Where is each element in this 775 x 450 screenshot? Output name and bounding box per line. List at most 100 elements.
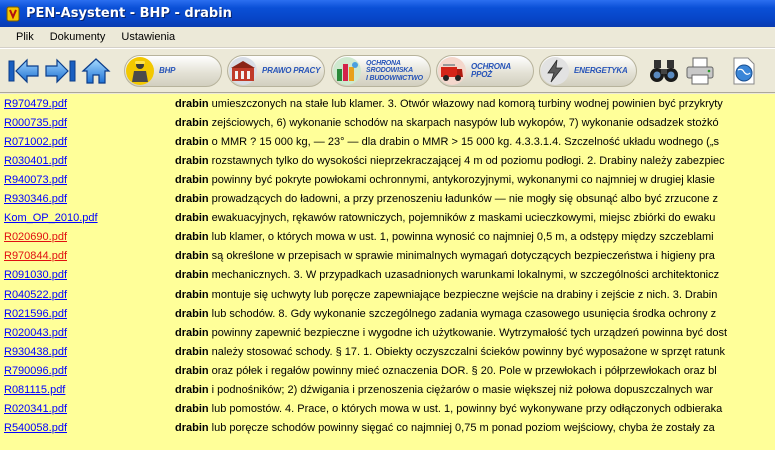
bhp-worker-icon [126, 57, 154, 85]
category-bhp-button[interactable]: BHP [124, 55, 222, 87]
back-button[interactable] [8, 55, 40, 87]
forward-button[interactable] [44, 55, 76, 87]
result-text: zejściowych, 6) wykonanie schodów na ska… [208, 116, 719, 129]
result-snippet: drabin są określone w przepisach w spraw… [175, 250, 715, 262]
result-file-link[interactable]: R081115.pdf [4, 384, 65, 396]
category-bhp-label: BHP [159, 66, 176, 75]
result-file-link[interactable]: R930438.pdf [4, 346, 67, 358]
result-keyword: drabin [175, 135, 209, 148]
prawo-pracy-building-icon [229, 57, 257, 85]
result-keyword: drabin [175, 97, 209, 110]
result-text: rozstawnych tylko do wysokości nieprzekr… [208, 154, 725, 167]
binoculars-icon [650, 60, 678, 82]
result-file-link[interactable]: R930346.pdf [4, 193, 67, 205]
result-keyword: drabin [175, 422, 209, 435]
result-text: lub poręcze schodów powinny sięgać co na… [208, 422, 715, 435]
table-row: R020690.pdf drabin lub klamer, o których … [0, 228, 775, 247]
result-keyword: drabin [175, 307, 209, 320]
category-ochrona-srodowiska-button[interactable]: OCHRONA ŚRODOWISKA I BUDOWNICTWO [331, 55, 431, 87]
table-row: R081115.pdf drabin i podnośników; 2) dźwi… [0, 381, 775, 400]
result-keyword: drabin [175, 116, 209, 129]
result-text: lub klamer, o których mowa w ust. 1, pow… [208, 231, 714, 244]
result-file-link[interactable]: R790096.pdf [4, 365, 67, 377]
table-row: Kom_OP_2010.pdf drabin ewakuacyjnych, ręk… [0, 209, 775, 228]
result-file-link[interactable]: R040522.pdf [4, 289, 67, 301]
web-button[interactable] [728, 55, 760, 87]
result-text: powinny być pokryte powłokami ochronnymi… [208, 173, 715, 186]
result-file-link[interactable]: R091030.pdf [4, 269, 67, 281]
result-snippet: drabin ewakuacyjnych, rękawów ratowniczy… [175, 212, 715, 224]
result-keyword: drabin [175, 212, 209, 225]
result-file-link[interactable]: R021596.pdf [4, 308, 67, 320]
result-file-link[interactable]: R940073.pdf [4, 174, 67, 186]
table-row: R930438.pdf drabin należy stosować schody… [0, 342, 775, 361]
result-keyword: drabin [175, 364, 209, 377]
table-row: R930346.pdf drabin prowadzących do ładown… [0, 190, 775, 209]
result-snippet: drabin lub klamer, o których mowa w ust.… [175, 231, 714, 243]
result-file-link[interactable]: R540058.pdf [4, 422, 67, 434]
table-row: R790096.pdf drabin oraz półek i regałów p… [0, 361, 775, 380]
result-text: lub pomostów. 4. Prace, o których mowa w… [208, 403, 723, 416]
category-prawo-pracy-button[interactable]: PRAWO PRACY [227, 55, 325, 87]
result-snippet: drabin powinny zapewnić bezpieczne i wyg… [175, 327, 727, 339]
result-snippet: drabin umieszczonych na stałe lub klamer… [175, 98, 723, 110]
result-keyword: drabin [175, 384, 209, 396]
result-keyword: drabin [175, 250, 209, 263]
result-file-link[interactable]: R970844.pdf [4, 250, 67, 262]
category-prawo-pracy-label: PRAWO PRACY [262, 66, 321, 75]
table-row: R091030.pdf drabin mechanicznych. 3. W pr… [0, 266, 775, 285]
forward-arrow-icon [45, 58, 76, 84]
result-snippet: drabin zejściowych, 6) wykonanie schodów… [175, 117, 719, 129]
result-text: należy stosować schody. § 17. 1. Obiekty… [208, 345, 726, 358]
table-row: R040522.pdf drabin montuje się uchwyty lu… [0, 285, 775, 304]
table-row: R020341.pdf drabin lub pomostów. 4. Prace… [0, 400, 775, 419]
fire-truck-icon [438, 57, 466, 85]
search-results-list: R970479.pdf drabin umieszczonych na stałe… [0, 94, 775, 450]
category-ochrona-srodowiska-line-2: ŚRODOWISKA [366, 67, 414, 75]
result-file-link[interactable]: R020690.pdf [4, 231, 67, 243]
menu-plik[interactable]: Plik [8, 29, 42, 45]
globe-page-icon [733, 57, 755, 85]
result-file-link[interactable]: R020043.pdf [4, 327, 67, 339]
result-file-link[interactable]: R000735.pdf [4, 117, 67, 129]
result-file-link[interactable]: R020341.pdf [4, 403, 67, 415]
result-text: są określone w przepisach w sprawie mini… [208, 250, 715, 263]
category-ochrona-srodowiska-line-3: I BUDOWNICTWO [366, 74, 423, 82]
result-file-link[interactable]: Kom_OP_2010.pdf [4, 212, 98, 224]
result-snippet: drabin montuje się uchwyty lub poręcze z… [175, 289, 717, 301]
result-file-link[interactable]: R071002.pdf [4, 136, 67, 148]
table-row: R071002.pdf drabin o MMR ? 15 000 kg, — 2… [0, 132, 775, 151]
result-keyword: drabin [175, 173, 209, 186]
result-keyword: drabin [175, 231, 209, 244]
menu-bar: Plik Dokumenty Ustawienia [0, 27, 775, 48]
result-snippet: drabin o MMR ? 15 000 kg, — 23° — dla dr… [175, 136, 719, 148]
result-snippet: drabin powinny być pokryte powłokami och… [175, 174, 715, 186]
table-row: R970479.pdf drabin umieszczonych na stałe… [0, 94, 775, 113]
home-button[interactable] [80, 55, 112, 87]
result-text: oraz półek i regałów powinny mieć oznacz… [208, 364, 717, 377]
result-keyword: drabin [175, 326, 209, 339]
app-icon [5, 6, 21, 22]
category-energetyka-button[interactable]: ENERGETYKA [539, 55, 637, 87]
result-file-link[interactable]: R030401.pdf [4, 155, 67, 167]
result-keyword: drabin [175, 403, 209, 416]
menu-ustawienia[interactable]: Ustawienia [113, 29, 183, 45]
table-row: R030401.pdf drabin rozstawnych tylko do w… [0, 151, 775, 170]
result-text: mechanicznych. 3. W przypadkach uzasadni… [208, 269, 720, 282]
result-text: ewakuacyjnych, rękawów ratowniczych, poj… [208, 212, 716, 225]
result-snippet: drabin lub pomostów. 4. Prace, o których… [175, 403, 722, 415]
result-snippet: drabin prowadzących do ładowni, a przy p… [175, 193, 718, 205]
table-row: R000735.pdf drabin zejściowych, 6) wykona… [0, 113, 775, 132]
home-icon [81, 58, 111, 84]
table-row: R021596.pdf drabin lub schodów. 8. Gdy wy… [0, 304, 775, 323]
result-keyword: drabin [175, 288, 209, 301]
result-snippet: drabin lub schodów. 8. Gdy wykonanie szc… [175, 308, 716, 320]
lightning-icon [541, 57, 569, 85]
result-file-link[interactable]: R970479.pdf [4, 98, 67, 110]
search-button[interactable] [648, 55, 680, 87]
category-ochrona-ppoz-label: OCHRONA PPOŻ [471, 62, 511, 79]
menu-dokumenty[interactable]: Dokumenty [42, 29, 114, 45]
category-ochrona-ppoz-button[interactable]: OCHRONA PPOŻ [436, 55, 534, 87]
print-button[interactable] [684, 55, 716, 87]
result-text: i podnośników; 2) dźwigania i przenoszen… [208, 384, 714, 396]
